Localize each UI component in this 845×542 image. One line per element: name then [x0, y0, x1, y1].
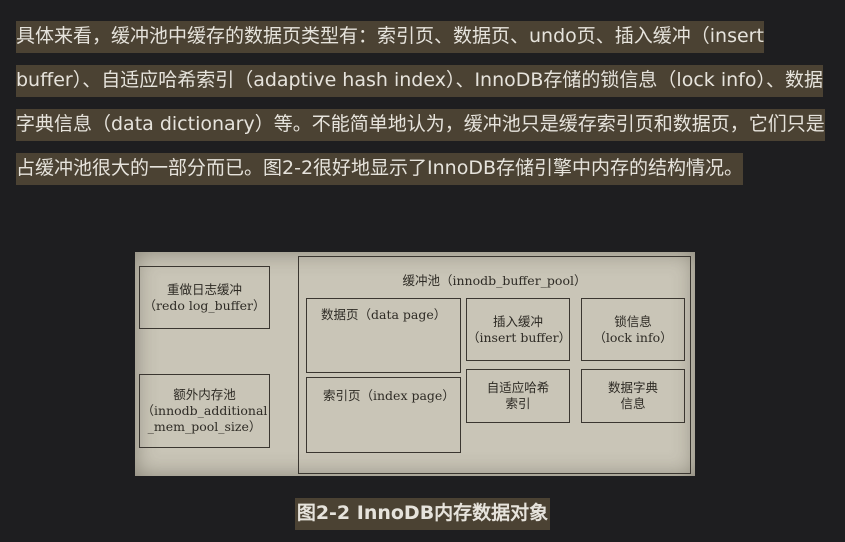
data-page-label: 数据页（data page）: [321, 307, 447, 322]
additional-mem-pool-sub2: _mem_pool_size）: [147, 419, 262, 434]
insert-buffer-sub: （insert buffer）: [467, 329, 572, 345]
highlighted-text: 具体来看，缓冲池中缓存的数据页类型有：索引页、数据页、undo页、插入缓冲（in…: [16, 21, 825, 185]
data-dictionary-line2: 信息: [620, 396, 646, 411]
figure-caption-text: 图2-2 InnoDB内存数据对象: [294, 498, 551, 530]
additional-mem-pool-sub1: （innodb_additional: [141, 403, 268, 418]
data-dictionary-box: 数据字典 信息: [581, 369, 685, 423]
lock-info-box: 锁信息 （lock info）: [581, 298, 685, 361]
lock-info-sub: （lock info）: [593, 329, 673, 345]
memory-structure-figure: 重做日志缓冲 （redo log_buffer） 额外内存池 （innodb_a…: [135, 252, 695, 476]
insert-buffer-box: 插入缓冲 （insert buffer）: [466, 298, 572, 361]
additional-mem-pool-title: 额外内存池: [173, 387, 236, 402]
insert-buffer-title: 插入缓冲: [492, 313, 543, 329]
adaptive-hash-index-box: 自适应哈希 索引: [466, 369, 570, 423]
lock-info-title: 锁信息: [614, 313, 652, 329]
data-dictionary-line1: 数据字典: [607, 380, 658, 395]
adaptive-hash-index-line2: 索引: [505, 396, 531, 411]
index-page-label: 索引页（index page）: [323, 388, 455, 403]
redo-log-buffer-box: 重做日志缓冲 （redo log_buffer）: [139, 266, 270, 329]
body-paragraph: 具体来看，缓冲池中缓存的数据页类型有：索引页、数据页、undo页、插入缓冲（in…: [16, 14, 836, 190]
redo-log-buffer-sub: （redo log_buffer）: [143, 297, 266, 313]
additional-mem-pool-box: 额外内存池 （innodb_additional _mem_pool_size）: [139, 374, 270, 448]
data-page-box: 数据页（data page）: [306, 298, 461, 373]
index-page-box: 索引页（index page）: [306, 377, 461, 453]
figure-caption: 图2-2 InnoDB内存数据对象: [0, 498, 845, 530]
redo-log-buffer-title: 重做日志缓冲: [166, 281, 242, 297]
adaptive-hash-index-line1: 自适应哈希: [486, 380, 550, 395]
buffer-pool-title: 缓冲池（innodb_buffer_pool）: [402, 273, 587, 288]
